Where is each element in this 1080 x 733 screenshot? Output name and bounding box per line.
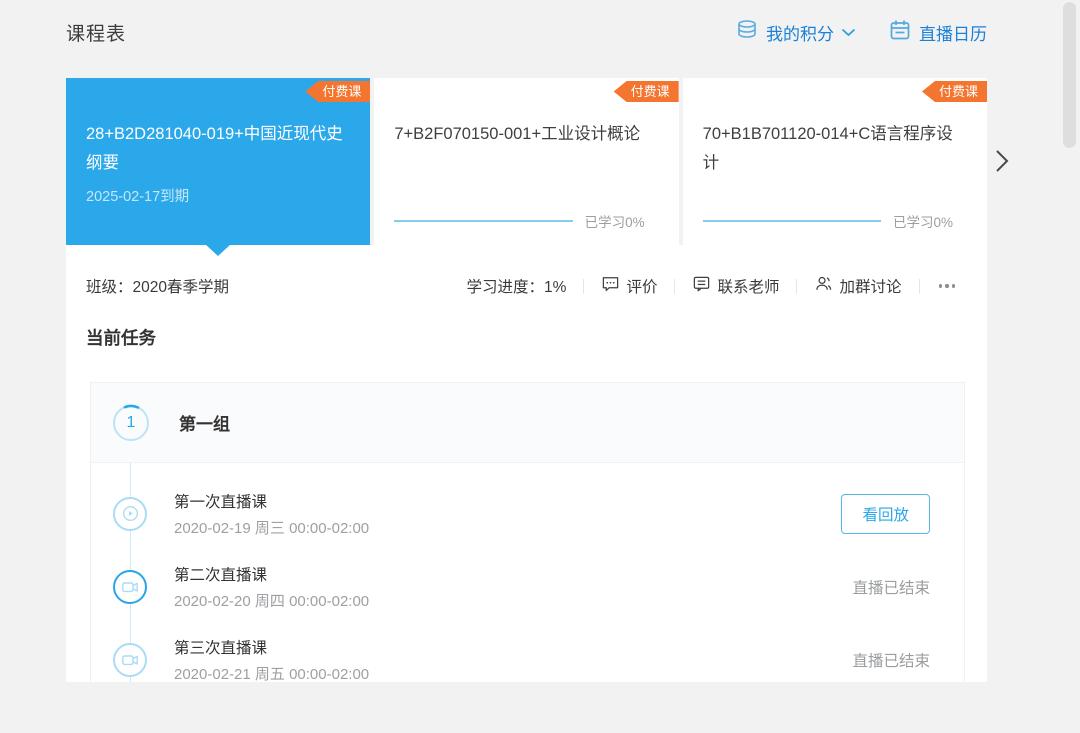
watch-replay-button[interactable]: 看回放 xyxy=(841,493,930,534)
task-texts: 第二次直播课 2020-02-20 周四 00:00-02:00 xyxy=(174,563,369,611)
live-camera-icon xyxy=(113,642,147,677)
course-title: 7+B2F070150-001+工业设计概论 xyxy=(394,125,641,143)
task-texts: 第一次直播课 2020-02-19 周三 00:00-02:00 xyxy=(174,490,369,538)
live-calendar-button[interactable]: 直播日历 xyxy=(888,18,987,47)
calendar-icon xyxy=(888,18,912,47)
divider xyxy=(674,278,676,294)
course-card[interactable]: 付费课 70+B1B701120-014+C语言程序设计 已学习0% xyxy=(682,78,987,245)
task-title: 第三次直播课 xyxy=(174,639,268,657)
progress-bar xyxy=(394,220,573,222)
group-number: 1 xyxy=(126,413,136,431)
divider xyxy=(583,278,585,294)
comment-icon xyxy=(601,274,620,298)
task-time: 2020-02-19 周三 00:00-02:00 xyxy=(174,519,370,537)
vertical-scrollbar[interactable] xyxy=(1063,2,1076,148)
topbar-actions: 我的积分 直播日历 xyxy=(735,18,987,47)
course-detail-panel: 班级：2020春季学期 学习进度：1% 评价 联系老师 加群讨论 当前任务 1 … xyxy=(66,245,987,682)
task-texts: 第三次直播课 2020-02-21 周五 00:00-02:00 xyxy=(174,636,369,683)
chevron-down-icon xyxy=(841,22,856,42)
message-icon xyxy=(692,274,711,298)
progress-label: 已学习0% xyxy=(584,215,645,230)
paid-course-badge: 付费课 xyxy=(305,81,371,102)
course-progress: 已学习0% xyxy=(702,211,953,231)
carousel-next-icon[interactable] xyxy=(991,147,1013,175)
page-title: 课程表 xyxy=(66,23,127,45)
replay-icon xyxy=(113,496,147,531)
task-row[interactable]: 第一次直播课 2020-02-19 周三 00:00-02:00 看回放 xyxy=(91,477,964,550)
coins-icon xyxy=(735,18,759,47)
group-name: 第一组 xyxy=(179,415,230,434)
live-camera-icon xyxy=(113,569,147,604)
topbar: 课程表 我的积分 直播日历 xyxy=(66,14,987,50)
progress-bar xyxy=(702,220,881,222)
person-icon xyxy=(814,274,833,298)
paid-course-badge: 付费课 xyxy=(613,81,679,102)
live-calendar-label: 直播日历 xyxy=(919,24,987,44)
course-info-bar: 班级：2020春季学期 学习进度：1% 评价 联系老师 加群讨论 xyxy=(86,267,957,305)
group-discussion-label: 加群讨论 xyxy=(839,279,902,296)
task-time: 2020-02-21 周五 00:00-02:00 xyxy=(174,665,370,683)
group-number-badge: 1 xyxy=(112,404,150,442)
task-title: 第二次直播课 xyxy=(174,566,268,584)
my-points-menu[interactable]: 我的积分 xyxy=(735,18,856,47)
task-row[interactable]: 第三次直播课 2020-02-21 周五 00:00-02:00 直播已结束 xyxy=(91,623,964,682)
paid-course-badge: 付费课 xyxy=(921,81,987,102)
contact-teacher-label: 联系老师 xyxy=(717,279,780,296)
task-group-panel: 1 第一组 第一次直播课 2020-02-19 周三 00:00-02:00 看… xyxy=(90,382,965,682)
task-row[interactable]: 第二次直播课 2020-02-20 周四 00:00-02:00 直播已结束 xyxy=(91,550,964,623)
live-ended-status: 直播已结束 xyxy=(852,652,930,670)
my-points-label: 我的积分 xyxy=(766,24,834,44)
info-actions: 学习进度：1% 评价 联系老师 加群讨论 xyxy=(467,274,957,298)
course-card-active[interactable]: 付费课 28+B2D281040-019+中国近现代史纲要 2025-02-17… xyxy=(66,78,371,245)
group-header: 1 第一组 xyxy=(91,383,964,463)
course-expiry: 2025-02-17到期 xyxy=(86,189,190,205)
class-label: 班级：2020春季学期 xyxy=(86,279,229,296)
course-title: 70+B1B701120-014+C语言程序设计 xyxy=(702,125,953,172)
rate-label: 评价 xyxy=(626,279,658,296)
current-tasks-heading: 当前任务 xyxy=(86,328,156,348)
course-card[interactable]: 付费课 7+B2F070150-001+工业设计概论 已学习0% xyxy=(374,78,679,245)
progress-label: 已学习0% xyxy=(892,215,953,230)
rate-button[interactable]: 评价 xyxy=(601,274,657,298)
live-ended-status: 直播已结束 xyxy=(852,579,930,597)
contact-teacher-button[interactable]: 联系老师 xyxy=(692,274,779,298)
course-card-carousel: 付费课 28+B2D281040-019+中国近现代史纲要 2025-02-17… xyxy=(66,78,987,245)
course-title: 28+B2D281040-019+中国近现代史纲要 xyxy=(86,125,343,172)
more-options-icon[interactable] xyxy=(937,280,958,292)
study-progress-label: 学习进度：1% xyxy=(466,279,567,296)
task-time: 2020-02-20 周四 00:00-02:00 xyxy=(174,592,370,610)
task-title: 第一次直播课 xyxy=(174,493,268,511)
group-discussion-button[interactable]: 加群讨论 xyxy=(814,274,902,298)
divider xyxy=(796,278,798,294)
course-progress: 已学习0% xyxy=(394,211,645,231)
divider xyxy=(918,278,920,294)
task-list: 第一次直播课 2020-02-19 周三 00:00-02:00 看回放 第二次… xyxy=(91,463,964,682)
